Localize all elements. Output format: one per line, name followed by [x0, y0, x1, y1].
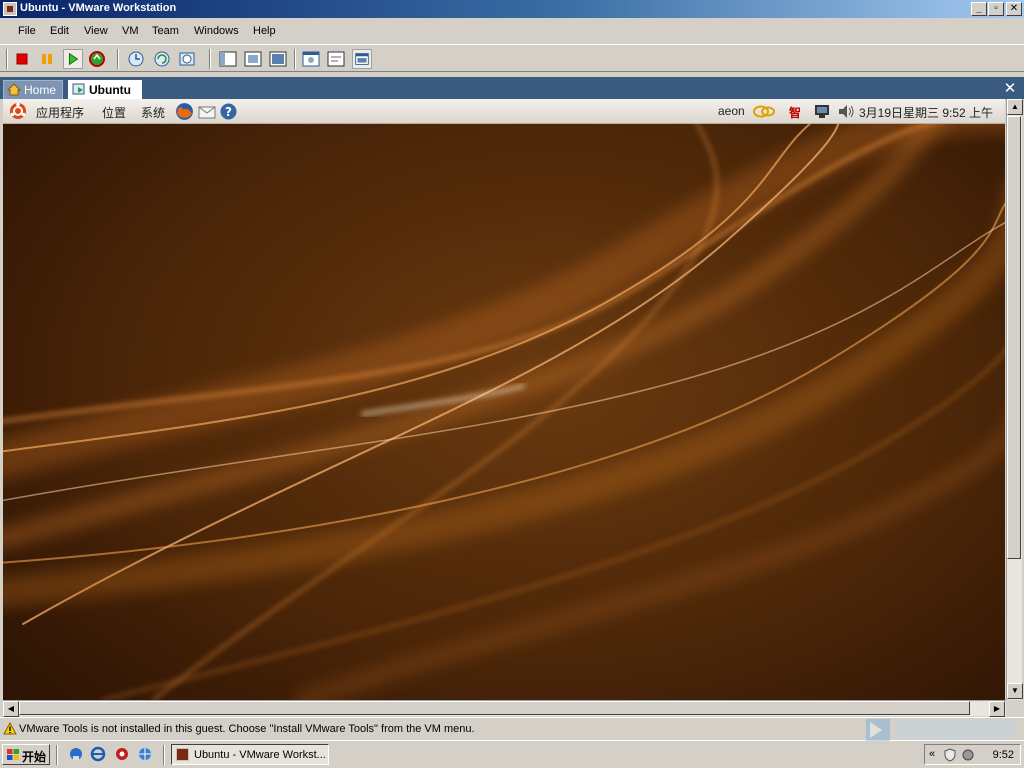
suspend-icon[interactable]	[37, 49, 57, 69]
tab-home[interactable]: Home	[3, 80, 63, 99]
panel-clock[interactable]: 3月19日星期三 9:52 上午	[859, 104, 993, 121]
menu-file[interactable]: File	[18, 25, 36, 37]
toolbar-separator	[294, 49, 296, 69]
power-off-icon[interactable]	[12, 49, 32, 69]
scroll-up-arrow[interactable]: ▲	[1007, 99, 1023, 115]
tabs-view-icon[interactable]	[352, 49, 372, 69]
toolbar	[0, 44, 1024, 72]
menu-team[interactable]: Team	[152, 25, 179, 37]
menu-vm[interactable]: VM	[122, 25, 139, 37]
ubuntu-logo-icon[interactable]	[8, 101, 28, 121]
toolbar-separator	[6, 49, 8, 69]
ubuntu-desktop[interactable]	[3, 124, 1005, 700]
task-label: Ubuntu - VMware Workst...	[194, 749, 326, 761]
email-icon[interactable]	[197, 102, 217, 121]
horizontal-scroll-thumb[interactable]	[19, 701, 970, 715]
toolbar-separator	[117, 49, 119, 69]
menu-help[interactable]: Help	[253, 25, 276, 37]
revert-snapshot-icon[interactable]	[152, 49, 172, 69]
close-button[interactable]: ✕	[1006, 2, 1022, 16]
toolbar-separator	[209, 49, 211, 69]
network-globe-icon[interactable]	[137, 746, 153, 762]
wallpaper-swirl	[3, 124, 1005, 700]
sidebar-view-icon[interactable]	[218, 49, 238, 69]
scroll-down-arrow[interactable]: ▼	[1007, 683, 1023, 699]
snapshot-icon[interactable]	[126, 49, 146, 69]
scroll-right-arrow[interactable]: ▶	[989, 701, 1005, 717]
quick-switch-icon[interactable]	[268, 49, 288, 69]
internet-explorer-icon[interactable]	[90, 746, 106, 762]
summary-view-icon[interactable]	[301, 49, 321, 69]
user-name[interactable]: aeon	[718, 104, 745, 118]
show-desktop-icon[interactable]	[68, 746, 84, 762]
menu-view[interactable]: View	[84, 25, 108, 37]
start-label: 开始	[22, 750, 47, 764]
maximize-button[interactable]: ▫	[988, 2, 1004, 16]
taskbar-task-vmware[interactable]: Ubuntu - VMware Workst...	[171, 744, 329, 765]
close-tab-icon[interactable]: ✕	[1002, 79, 1018, 97]
taskbar-separator	[56, 745, 58, 765]
firefox-icon[interactable]	[174, 101, 195, 122]
status-message: VMware Tools is not installed in this gu…	[19, 723, 475, 735]
vm-tab-icon	[72, 83, 85, 95]
watermark-logo	[866, 719, 1016, 741]
minimize-button[interactable]: _	[971, 2, 987, 16]
full-screen-icon[interactable]	[243, 49, 263, 69]
media-player-icon[interactable]	[114, 746, 130, 762]
network-icon[interactable]	[813, 103, 831, 120]
vmware-app-icon[interactable]	[3, 2, 17, 16]
vertical-scroll-thumb[interactable]	[1007, 116, 1021, 559]
window-titlebar[interactable]: Ubuntu - VMware Workstation _ ▫ ✕	[0, 0, 1024, 18]
warning-icon	[3, 722, 17, 735]
console-view-icon[interactable]	[326, 49, 346, 69]
places-menu[interactable]: 位置	[102, 104, 126, 121]
help-icon[interactable]: ?	[219, 102, 238, 121]
input-method-indicator[interactable]: 智	[789, 104, 801, 121]
tab-bar: Home Ubuntu	[0, 77, 1024, 99]
svg-text:?: ?	[225, 105, 232, 119]
tab-home-label: Home	[24, 83, 57, 97]
tab-ubuntu[interactable]: Ubuntu	[68, 80, 142, 99]
reset-icon[interactable]	[87, 49, 107, 69]
volume-icon[interactable]	[837, 104, 855, 119]
windows-logo-icon	[7, 749, 19, 760]
vmware-task-icon	[176, 748, 189, 761]
ubuntu-top-panel: 应用程序 位置 系统 ? aeon 智 3月19日星期三 9:52 上午	[3, 99, 1005, 124]
power-on-icon[interactable]	[63, 49, 83, 69]
tab-ubuntu-label: Ubuntu	[89, 83, 131, 97]
scroll-left-arrow[interactable]: ◀	[3, 701, 19, 717]
menu-edit[interactable]: Edit	[50, 25, 69, 37]
menu-bar: File Edit View VM Team Windows Help	[0, 22, 1024, 42]
start-button[interactable]: 开始	[2, 744, 50, 765]
window-title: Ubuntu - VMware Workstation	[20, 2, 177, 14]
snapshot-manager-icon[interactable]	[177, 49, 197, 69]
menu-windows[interactable]: Windows	[194, 25, 239, 37]
applications-menu[interactable]: 应用程序	[36, 104, 84, 121]
keyboard-switcher-icon[interactable]	[752, 104, 776, 119]
home-icon	[7, 83, 21, 96]
system-menu[interactable]: 系统	[141, 104, 165, 121]
taskbar-separator	[163, 745, 165, 765]
